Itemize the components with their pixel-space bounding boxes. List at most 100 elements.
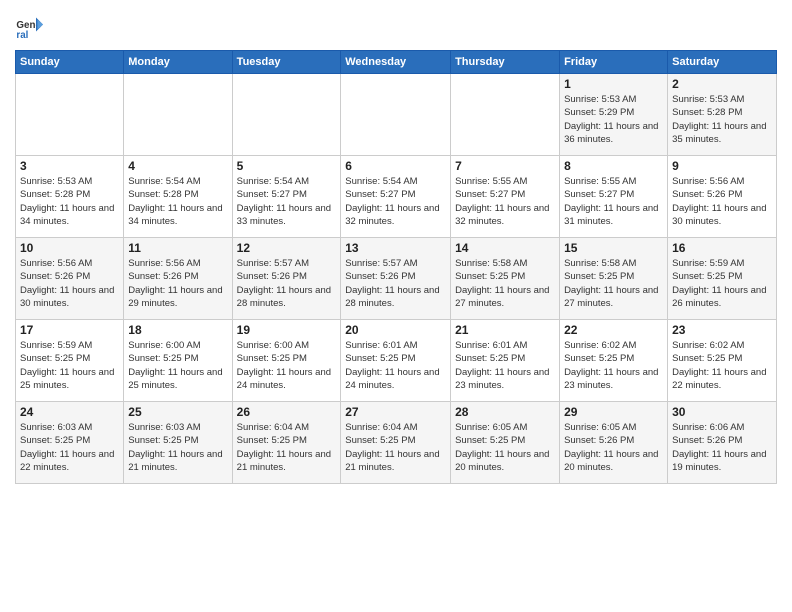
day-info: Sunrise: 5:54 AM Sunset: 5:27 PM Dayligh… xyxy=(345,175,446,228)
day-info: Sunrise: 6:04 AM Sunset: 5:25 PM Dayligh… xyxy=(237,421,337,474)
day-number: 26 xyxy=(237,405,337,419)
calendar-cell xyxy=(341,74,451,156)
day-number: 16 xyxy=(672,241,772,255)
day-number: 7 xyxy=(455,159,555,173)
day-info: Sunrise: 5:58 AM Sunset: 5:25 PM Dayligh… xyxy=(455,257,555,310)
day-number: 11 xyxy=(128,241,227,255)
calendar-cell: 15 Sunrise: 5:58 AM Sunset: 5:25 PM Dayli… xyxy=(560,238,668,320)
calendar-row: 24 Sunrise: 6:03 AM Sunset: 5:25 PM Dayli… xyxy=(16,402,777,484)
day-info: Sunrise: 5:54 AM Sunset: 5:28 PM Dayligh… xyxy=(128,175,227,228)
day-number: 3 xyxy=(20,159,119,173)
header: Gene ral xyxy=(15,10,777,42)
day-number: 29 xyxy=(564,405,663,419)
calendar-cell: 13Sunrise: 5:57 AM Sunset: 5:26 PM Dayli… xyxy=(341,238,451,320)
day-info: Sunrise: 6:04 AM Sunset: 5:25 PM Dayligh… xyxy=(345,421,446,474)
calendar-cell: 2 Sunrise: 5:53 AM Sunset: 5:28 PM Daylig… xyxy=(668,74,777,156)
calendar-cell: 27 Sunrise: 6:04 AM Sunset: 5:25 PM Dayli… xyxy=(341,402,451,484)
logo-icon: Gene ral xyxy=(15,14,43,42)
day-info: Sunrise: 5:59 AM Sunset: 5:25 PM Dayligh… xyxy=(672,257,772,310)
day-number: 8 xyxy=(564,159,663,173)
day-info: Sunrise: 6:02 AM Sunset: 5:25 PM Dayligh… xyxy=(564,339,663,392)
day-info: Sunrise: 6:03 AM Sunset: 5:25 PM Dayligh… xyxy=(128,421,227,474)
day-info: Sunrise: 5:57 AM Sunset: 5:26 PM Dayligh… xyxy=(237,257,337,310)
day-info: Sunrise: 6:00 AM Sunset: 5:25 PM Dayligh… xyxy=(237,339,337,392)
day-number: 27 xyxy=(345,405,446,419)
calendar-cell xyxy=(451,74,560,156)
day-number: 22 xyxy=(564,323,663,337)
calendar-cell: 9 Sunrise: 5:56 AM Sunset: 5:26 PM Daylig… xyxy=(668,156,777,238)
calendar-cell xyxy=(124,74,232,156)
calendar-cell: 30Sunrise: 6:06 AM Sunset: 5:26 PM Dayli… xyxy=(668,402,777,484)
day-number: 30 xyxy=(672,405,772,419)
calendar-cell: 29 Sunrise: 6:05 AM Sunset: 5:26 PM Dayli… xyxy=(560,402,668,484)
calendar-table: SundayMondayTuesdayWednesdayThursdayFrid… xyxy=(15,50,777,484)
calendar-cell: 24 Sunrise: 6:03 AM Sunset: 5:25 PM Dayli… xyxy=(16,402,124,484)
day-info: Sunrise: 5:56 AM Sunset: 5:26 PM Dayligh… xyxy=(20,257,119,310)
day-info: Sunrise: 6:03 AM Sunset: 5:25 PM Dayligh… xyxy=(20,421,119,474)
day-info: Sunrise: 5:55 AM Sunset: 5:27 PM Dayligh… xyxy=(564,175,663,228)
calendar-cell: 6Sunrise: 5:54 AM Sunset: 5:27 PM Daylig… xyxy=(341,156,451,238)
day-number: 5 xyxy=(237,159,337,173)
calendar-cell: 18 Sunrise: 6:00 AM Sunset: 5:25 PM Dayli… xyxy=(124,320,232,402)
calendar-cell: 12 Sunrise: 5:57 AM Sunset: 5:26 PM Dayli… xyxy=(232,238,341,320)
day-number: 12 xyxy=(237,241,337,255)
calendar-cell: 8 Sunrise: 5:55 AM Sunset: 5:27 PM Daylig… xyxy=(560,156,668,238)
calendar-header: SundayMondayTuesdayWednesdayThursdayFrid… xyxy=(16,51,777,74)
header-cell: Tuesday xyxy=(232,51,341,74)
calendar-row: 10 Sunrise: 5:56 AM Sunset: 5:26 PM Dayli… xyxy=(16,238,777,320)
calendar-cell: 17 Sunrise: 5:59 AM Sunset: 5:25 PM Dayli… xyxy=(16,320,124,402)
calendar-cell: 10 Sunrise: 5:56 AM Sunset: 5:26 PM Dayli… xyxy=(16,238,124,320)
calendar-cell: 22 Sunrise: 6:02 AM Sunset: 5:25 PM Dayli… xyxy=(560,320,668,402)
calendar-cell: 7Sunrise: 5:55 AM Sunset: 5:27 PM Daylig… xyxy=(451,156,560,238)
day-info: Sunrise: 5:53 AM Sunset: 5:28 PM Dayligh… xyxy=(672,93,772,146)
day-info: Sunrise: 5:57 AM Sunset: 5:26 PM Dayligh… xyxy=(345,257,446,310)
day-info: Sunrise: 5:56 AM Sunset: 5:26 PM Dayligh… xyxy=(672,175,772,228)
header-cell: Friday xyxy=(560,51,668,74)
day-number: 24 xyxy=(20,405,119,419)
day-number: 15 xyxy=(564,241,663,255)
calendar-row: 1Sunrise: 5:53 AM Sunset: 5:29 PM Daylig… xyxy=(16,74,777,156)
calendar-cell: 25 Sunrise: 6:03 AM Sunset: 5:25 PM Dayli… xyxy=(124,402,232,484)
calendar-cell: 21Sunrise: 6:01 AM Sunset: 5:25 PM Dayli… xyxy=(451,320,560,402)
calendar-cell: 1Sunrise: 5:53 AM Sunset: 5:29 PM Daylig… xyxy=(560,74,668,156)
calendar-cell: 19 Sunrise: 6:00 AM Sunset: 5:25 PM Dayli… xyxy=(232,320,341,402)
day-number: 9 xyxy=(672,159,772,173)
day-number: 23 xyxy=(672,323,772,337)
page: Gene ral SundayMondayTuesdayWednesdayThu… xyxy=(0,0,792,612)
day-number: 2 xyxy=(672,77,772,91)
header-cell: Sunday xyxy=(16,51,124,74)
logo: Gene ral xyxy=(15,14,47,42)
calendar-cell: 14 Sunrise: 5:58 AM Sunset: 5:25 PM Dayli… xyxy=(451,238,560,320)
day-info: Sunrise: 5:54 AM Sunset: 5:27 PM Dayligh… xyxy=(237,175,337,228)
calendar-cell: 16 Sunrise: 5:59 AM Sunset: 5:25 PM Dayli… xyxy=(668,238,777,320)
calendar-cell: 26 Sunrise: 6:04 AM Sunset: 5:25 PM Dayli… xyxy=(232,402,341,484)
calendar-body: 1Sunrise: 5:53 AM Sunset: 5:29 PM Daylig… xyxy=(16,74,777,484)
day-info: Sunrise: 6:02 AM Sunset: 5:25 PM Dayligh… xyxy=(672,339,772,392)
calendar-cell: 20Sunrise: 6:01 AM Sunset: 5:25 PM Dayli… xyxy=(341,320,451,402)
day-number: 14 xyxy=(455,241,555,255)
day-number: 10 xyxy=(20,241,119,255)
calendar-cell: 4 Sunrise: 5:54 AM Sunset: 5:28 PM Daylig… xyxy=(124,156,232,238)
day-number: 1 xyxy=(564,77,663,91)
calendar-row: 17 Sunrise: 5:59 AM Sunset: 5:25 PM Dayli… xyxy=(16,320,777,402)
day-number: 18 xyxy=(128,323,227,337)
day-info: Sunrise: 6:01 AM Sunset: 5:25 PM Dayligh… xyxy=(345,339,446,392)
calendar-cell: 28 Sunrise: 6:05 AM Sunset: 5:25 PM Dayli… xyxy=(451,402,560,484)
day-info: Sunrise: 6:00 AM Sunset: 5:25 PM Dayligh… xyxy=(128,339,227,392)
calendar-cell xyxy=(16,74,124,156)
day-number: 25 xyxy=(128,405,227,419)
day-number: 17 xyxy=(20,323,119,337)
day-info: Sunrise: 5:53 AM Sunset: 5:28 PM Dayligh… xyxy=(20,175,119,228)
calendar-cell: 11Sunrise: 5:56 AM Sunset: 5:26 PM Dayli… xyxy=(124,238,232,320)
header-cell: Saturday xyxy=(668,51,777,74)
day-number: 21 xyxy=(455,323,555,337)
day-number: 4 xyxy=(128,159,227,173)
day-info: Sunrise: 5:59 AM Sunset: 5:25 PM Dayligh… xyxy=(20,339,119,392)
header-cell: Wednesday xyxy=(341,51,451,74)
day-info: Sunrise: 6:05 AM Sunset: 5:25 PM Dayligh… xyxy=(455,421,555,474)
day-number: 19 xyxy=(237,323,337,337)
day-info: Sunrise: 5:58 AM Sunset: 5:25 PM Dayligh… xyxy=(564,257,663,310)
calendar-cell xyxy=(232,74,341,156)
day-number: 28 xyxy=(455,405,555,419)
day-info: Sunrise: 6:05 AM Sunset: 5:26 PM Dayligh… xyxy=(564,421,663,474)
